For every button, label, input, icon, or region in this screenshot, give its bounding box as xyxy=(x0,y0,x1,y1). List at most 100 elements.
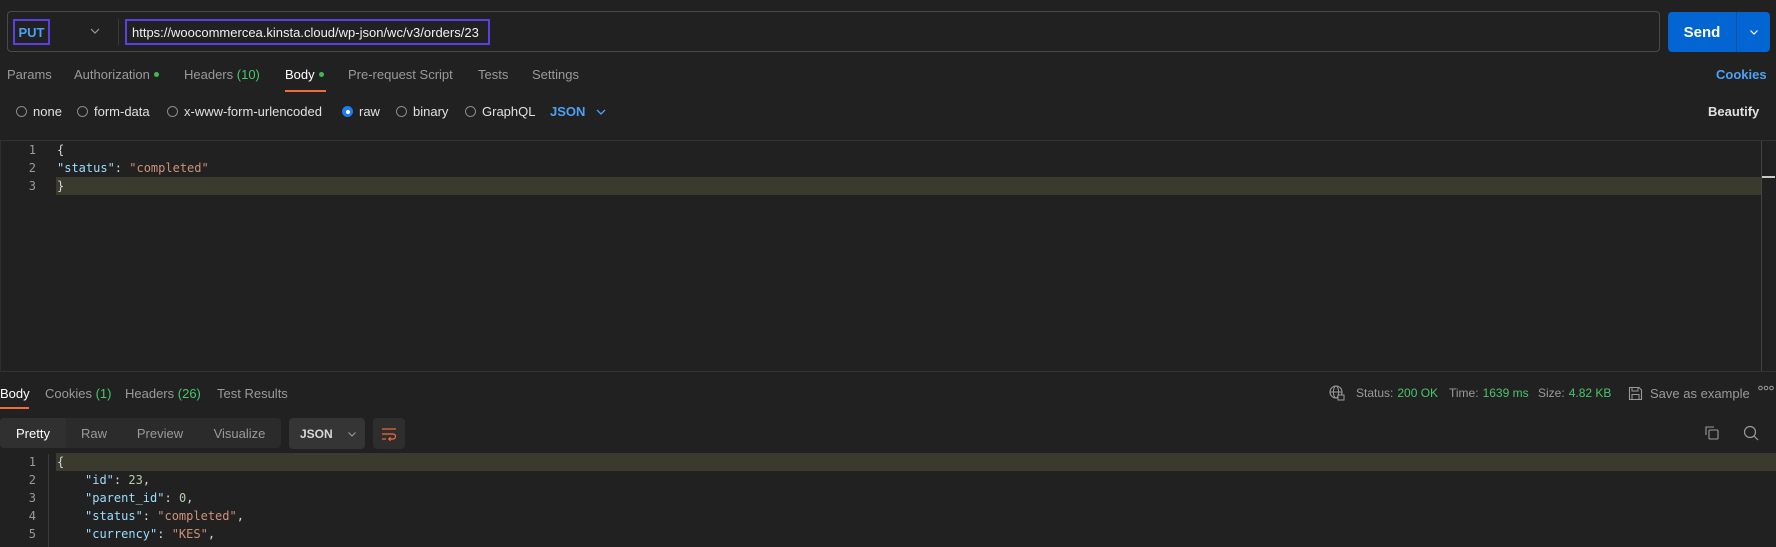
send-options-button[interactable] xyxy=(1737,12,1770,52)
save-as-example-button[interactable]: Save as example xyxy=(1628,386,1750,401)
radio-button[interactable] xyxy=(396,106,407,117)
cookies-link[interactable]: Cookies xyxy=(1716,67,1767,82)
tab-label: Headers xyxy=(125,386,175,401)
send-button-group: Send xyxy=(1668,12,1770,52)
json-string: "KES" xyxy=(171,527,208,541)
method-selector[interactable]: PUT xyxy=(13,19,50,45)
json-string: "completed" xyxy=(157,509,237,523)
json-colon: : xyxy=(113,473,129,487)
radio-button[interactable] xyxy=(77,106,88,117)
view-pretty[interactable]: Pretty xyxy=(0,418,66,448)
radio-button[interactable] xyxy=(167,106,178,117)
line-number: 4 xyxy=(28,509,36,523)
url-input[interactable]: https://woocommercea.kinsta.cloud/wp-jso… xyxy=(125,19,490,45)
chevron-down-icon xyxy=(596,109,606,115)
tab-label: Test Results xyxy=(217,386,288,401)
copy-icon[interactable] xyxy=(1703,424,1721,442)
chevron-down-icon[interactable] xyxy=(88,24,102,38)
tab-label: Tests xyxy=(478,67,509,82)
code-brace: } xyxy=(57,179,65,193)
active-tab-indicator xyxy=(285,90,326,92)
divider xyxy=(0,140,1776,141)
json-comma: , xyxy=(207,527,216,541)
tab-count: (1) xyxy=(95,386,112,401)
line-number: 1 xyxy=(28,143,36,157)
send-button[interactable]: Send xyxy=(1668,12,1736,52)
tab-pre-request-script[interactable]: Pre-request Script xyxy=(348,67,453,82)
body-format-label: JSON xyxy=(550,104,586,119)
json-number: 23 xyxy=(128,473,143,487)
tab-label: Pre-request Script xyxy=(348,67,453,82)
view-raw[interactable]: Raw xyxy=(66,418,122,448)
globe-lock-icon[interactable] xyxy=(1328,384,1346,402)
code-brace: { xyxy=(57,143,65,157)
response-status: Status: 200 OK xyxy=(1356,386,1438,400)
tab-settings[interactable]: Settings xyxy=(532,67,579,82)
response-format-label: JSON xyxy=(300,426,333,441)
tab-label: Authorization xyxy=(74,67,150,82)
radio-x-www-form-urlencoded[interactable]: x-www-form-urlencoded xyxy=(167,104,322,119)
json-colon: : xyxy=(164,491,179,505)
json-key: "currency" xyxy=(85,527,158,541)
more-horizontal-icon xyxy=(1758,385,1774,391)
json-colon: : xyxy=(142,509,158,523)
search-icon[interactable] xyxy=(1742,424,1760,442)
tab-params[interactable]: Params xyxy=(7,67,52,82)
tab-label: Cookies xyxy=(45,386,92,401)
response-body-viewer[interactable] xyxy=(0,452,1776,547)
size-label: Size: xyxy=(1538,386,1565,400)
radio-none[interactable]: none xyxy=(16,104,62,119)
response-time[interactable]: Time: 1639 ms xyxy=(1449,386,1529,400)
scrollbar-thumb[interactable] xyxy=(1762,176,1775,178)
view-visualize[interactable]: Visualize xyxy=(198,418,281,448)
wrap-text-icon xyxy=(382,427,397,441)
radio-binary[interactable]: binary xyxy=(396,104,448,119)
response-tab-headers[interactable]: Headers (26) xyxy=(125,386,201,401)
radio-label: none xyxy=(33,104,62,119)
time-value: 1639 ms xyxy=(1482,386,1529,400)
tab-authorization[interactable]: Authorization xyxy=(74,67,159,82)
tab-headers[interactable]: Headers (10) xyxy=(184,67,260,82)
url-separator xyxy=(118,19,119,45)
view-preview[interactable]: Preview xyxy=(122,418,198,448)
radio-label: binary xyxy=(413,104,449,119)
radio-label: raw xyxy=(359,104,380,119)
json-colon: : xyxy=(114,161,130,175)
json-comma: , xyxy=(236,509,244,523)
radio-label: GraphQL xyxy=(482,104,536,119)
response-tab-test-results[interactable]: Test Results xyxy=(217,386,288,401)
request-body-editor[interactable] xyxy=(0,140,1776,372)
tab-tests[interactable]: Tests xyxy=(478,67,508,82)
radio-form-data[interactable]: form-data xyxy=(77,104,150,119)
wrap-lines-button[interactable] xyxy=(373,418,405,449)
response-size[interactable]: Size: 4.82 KB xyxy=(1538,386,1611,400)
radio-raw[interactable]: raw xyxy=(342,104,380,119)
tab-body[interactable]: Body xyxy=(285,67,324,82)
code-line: "parent_id": 0, xyxy=(85,491,193,505)
radio-button[interactable] xyxy=(465,106,476,117)
json-comma: , xyxy=(186,491,194,505)
radio-button[interactable] xyxy=(16,106,27,117)
size-value: 4.82 KB xyxy=(1568,386,1612,400)
response-tab-cookies[interactable]: Cookies (1) xyxy=(45,386,111,401)
response-tab-body[interactable]: Body xyxy=(0,386,30,401)
more-options-button[interactable] xyxy=(1758,384,1774,392)
body-format-select[interactable]: JSON xyxy=(550,104,608,119)
radio-graphql[interactable]: GraphQL xyxy=(465,104,535,119)
status-value: 200 OK xyxy=(1397,386,1439,400)
save-as-example-label: Save as example xyxy=(1650,386,1750,401)
beautify-link[interactable]: Beautify xyxy=(1708,104,1759,119)
radio-button-checked[interactable] xyxy=(342,106,353,117)
current-line-highlight xyxy=(56,177,1761,195)
status-dot xyxy=(153,72,159,78)
tab-label: Headers xyxy=(184,67,234,82)
code-line: "status": "completed", xyxy=(85,509,244,523)
response-format-select[interactable]: JSON xyxy=(289,418,365,449)
tab-label: Params xyxy=(7,67,52,82)
json-comma: , xyxy=(142,473,151,487)
time-label: Time: xyxy=(1449,386,1479,400)
chevron-down-icon xyxy=(1749,30,1758,35)
code-brace: { xyxy=(57,455,65,469)
line-number: 2 xyxy=(28,161,36,175)
line-number: 5 xyxy=(28,527,36,541)
